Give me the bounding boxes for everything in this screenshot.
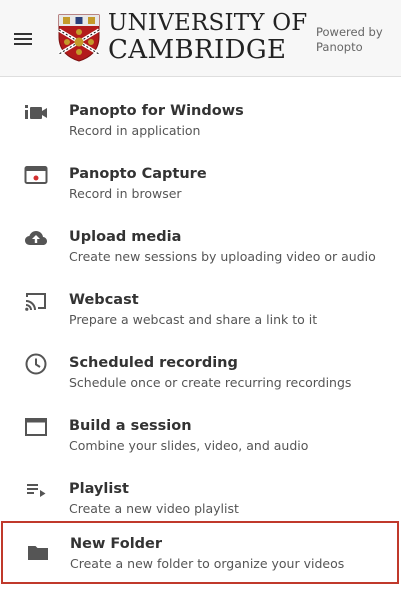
university-crest-icon — [57, 13, 101, 63]
create-menu: Panopto for Windows Record in applicatio… — [0, 80, 401, 584]
video-camera-icon — [24, 100, 48, 124]
window-icon — [24, 415, 48, 439]
powered-by-line-2: Panopto — [316, 40, 363, 54]
menu-item-subtitle: Create a new folder to organize your vid… — [70, 556, 345, 571]
folder-icon — [26, 541, 50, 565]
menu-item-webcast[interactable]: Webcast Prepare a webcast and share a li… — [0, 269, 401, 332]
menu-item-title: Webcast — [69, 292, 139, 308]
menu-item-new-folder[interactable]: New Folder Create a new folder to organi… — [1, 521, 399, 584]
powered-by: Powered by Panopto — [316, 25, 398, 55]
menu-item-title: Panopto Capture — [69, 166, 207, 182]
menu-item-subtitle: Prepare a webcast and share a link to it — [69, 312, 318, 327]
brand-line-2: CAMBRIDGE — [108, 35, 287, 65]
menu-item-panopto-for-windows[interactable]: Panopto for Windows Record in applicatio… — [0, 80, 401, 143]
menu-item-panopto-capture[interactable]: Panopto Capture Record in browser — [0, 143, 401, 206]
university-brand[interactable]: UNIVERSITY OF CAMBRIDGE — [108, 10, 307, 64]
clock-icon — [24, 352, 48, 376]
menu-item-subtitle: Create new sessions by uploading video o… — [69, 249, 376, 264]
menu-item-title: Scheduled recording — [69, 355, 238, 371]
menu-item-subtitle: Create a new video playlist — [69, 501, 239, 516]
menu-item-build-a-session[interactable]: Build a session Combine your slides, vid… — [0, 395, 401, 458]
app-header: UNIVERSITY OF CAMBRIDGE Powered by Panop… — [0, 0, 401, 77]
menu-item-subtitle: Combine your slides, video, and audio — [69, 438, 309, 453]
menu-item-playlist[interactable]: Playlist Create a new video playlist — [0, 458, 401, 521]
playlist-icon — [24, 478, 48, 502]
cloud-upload-icon — [24, 226, 48, 250]
menu-item-title: Playlist — [69, 481, 129, 497]
brand-line-1: UNIVERSITY OF — [108, 10, 308, 36]
menu-item-title: Panopto for Windows — [69, 103, 244, 119]
hamburger-icon[interactable] — [13, 31, 33, 47]
menu-item-scheduled-recording[interactable]: Scheduled recording Schedule once or cre… — [0, 332, 401, 395]
menu-item-subtitle: Record in browser — [69, 186, 182, 201]
browser-record-icon — [24, 163, 48, 187]
menu-item-subtitle: Record in application — [69, 123, 201, 138]
cast-icon — [24, 289, 48, 313]
menu-item-upload-media[interactable]: Upload media Create new sessions by uplo… — [0, 206, 401, 269]
menu-item-title: Upload media — [69, 229, 182, 245]
powered-by-line-1: Powered by — [316, 25, 383, 39]
menu-item-title: Build a session — [69, 418, 192, 434]
menu-item-title: New Folder — [70, 536, 163, 552]
menu-item-subtitle: Schedule once or create recurring record… — [69, 375, 352, 390]
